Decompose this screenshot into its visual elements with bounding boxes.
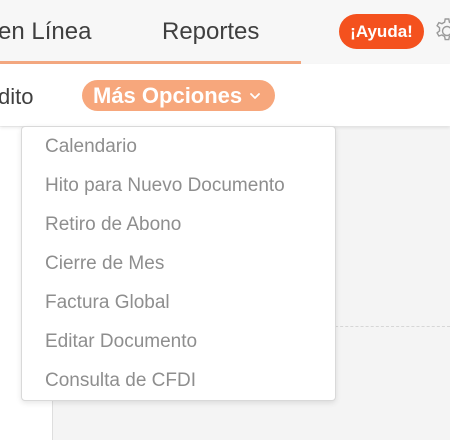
sub-nav-item-partial[interactable]: dito [0, 84, 33, 110]
menu-item-retiro-abono[interactable]: Retiro de Abono [45, 214, 181, 236]
more-options-button[interactable]: Más Opciones [82, 80, 275, 111]
chevron-down-icon [250, 92, 261, 99]
top-navigation-bar: en Línea Reportes ¡Ayuda! [0, 0, 450, 64]
sub-navigation-bar: dito Más Opciones [0, 64, 450, 126]
menu-item-hito-nuevo-documento[interactable]: Hito para Nuevo Documento [45, 175, 285, 197]
content-divider [330, 326, 450, 327]
more-options-dropdown: Calendario Hito para Nuevo Documento Ret… [21, 126, 336, 401]
more-options-label: Más Opciones [93, 82, 243, 108]
menu-item-factura-global[interactable]: Factura Global [45, 292, 170, 314]
menu-item-consulta-cfdi[interactable]: Consulta de CFDI [45, 370, 196, 392]
menu-item-calendario[interactable]: Calendario [45, 136, 137, 158]
help-button[interactable]: ¡Ayuda! [339, 14, 424, 49]
nav-item-en-linea[interactable]: en Línea [0, 18, 91, 46]
nav-item-reportes[interactable]: Reportes [162, 18, 259, 46]
gear-icon[interactable] [432, 16, 450, 46]
menu-item-editar-documento[interactable]: Editar Documento [45, 331, 197, 353]
menu-item-cierre-mes[interactable]: Cierre de Mes [45, 253, 164, 275]
